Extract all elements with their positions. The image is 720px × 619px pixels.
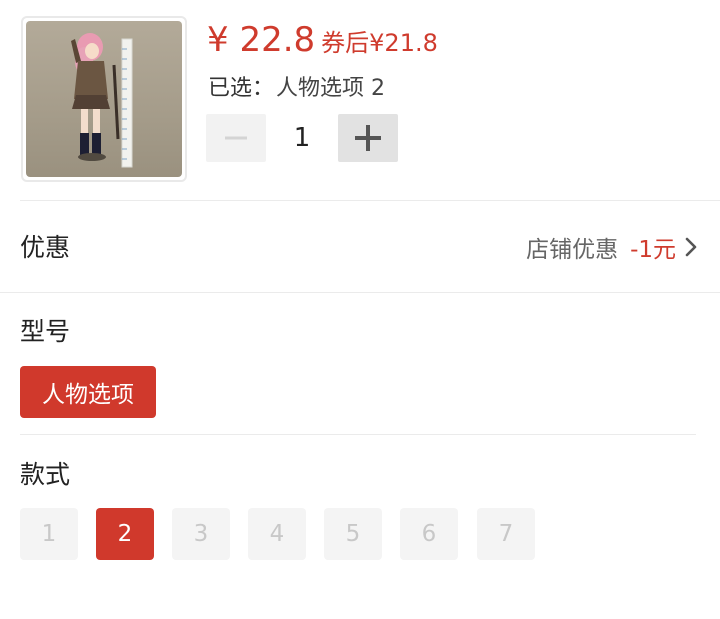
style-option-3[interactable]: 3 bbox=[172, 508, 230, 560]
divider bbox=[20, 200, 720, 201]
selected-value: 人物选项 2 bbox=[276, 76, 386, 101]
coupon-price: ¥21.8 bbox=[369, 29, 438, 57]
promotion-amount: -1元 bbox=[630, 237, 676, 263]
divider bbox=[0, 292, 720, 293]
product-thumbnail[interactable] bbox=[21, 16, 187, 182]
selected-prefix: 已选： bbox=[208, 76, 275, 101]
coupon-label: 券后 bbox=[321, 29, 370, 57]
promotion-row[interactable]: 店铺优惠 -1元 bbox=[526, 230, 698, 264]
style-option-1[interactable]: 1 bbox=[20, 508, 78, 560]
product-image bbox=[26, 21, 182, 177]
quantity-increment-button[interactable] bbox=[338, 114, 398, 162]
style-option-6[interactable]: 6 bbox=[400, 508, 458, 560]
model-option-selected[interactable]: 人物选项 bbox=[20, 366, 156, 418]
price: ¥ 22.8 bbox=[207, 20, 316, 60]
style-option-2-selected[interactable]: 2 bbox=[96, 508, 154, 560]
quantity-decrement-button[interactable] bbox=[206, 114, 266, 162]
shop-promotion-label: 店铺优惠 bbox=[526, 237, 619, 263]
style-option-5[interactable]: 5 bbox=[324, 508, 382, 560]
style-section-title: 款式 bbox=[20, 460, 71, 489]
selected-summary: 已选：人物选项 2 bbox=[208, 70, 385, 102]
promotion-title: 优惠 bbox=[20, 233, 71, 262]
model-section-title: 型号 bbox=[20, 317, 71, 346]
price-row: ¥ 22.8 券后¥21.8 bbox=[207, 20, 438, 64]
chevron-right-icon bbox=[684, 235, 698, 259]
divider bbox=[20, 434, 696, 435]
style-option-7[interactable]: 7 bbox=[477, 508, 535, 560]
figure-photo-illustration bbox=[71, 33, 133, 168]
minus-icon bbox=[225, 136, 247, 140]
plus-icon bbox=[355, 125, 381, 151]
style-option-4[interactable]: 4 bbox=[248, 508, 306, 560]
quantity-value[interactable]: 1 bbox=[270, 114, 334, 162]
